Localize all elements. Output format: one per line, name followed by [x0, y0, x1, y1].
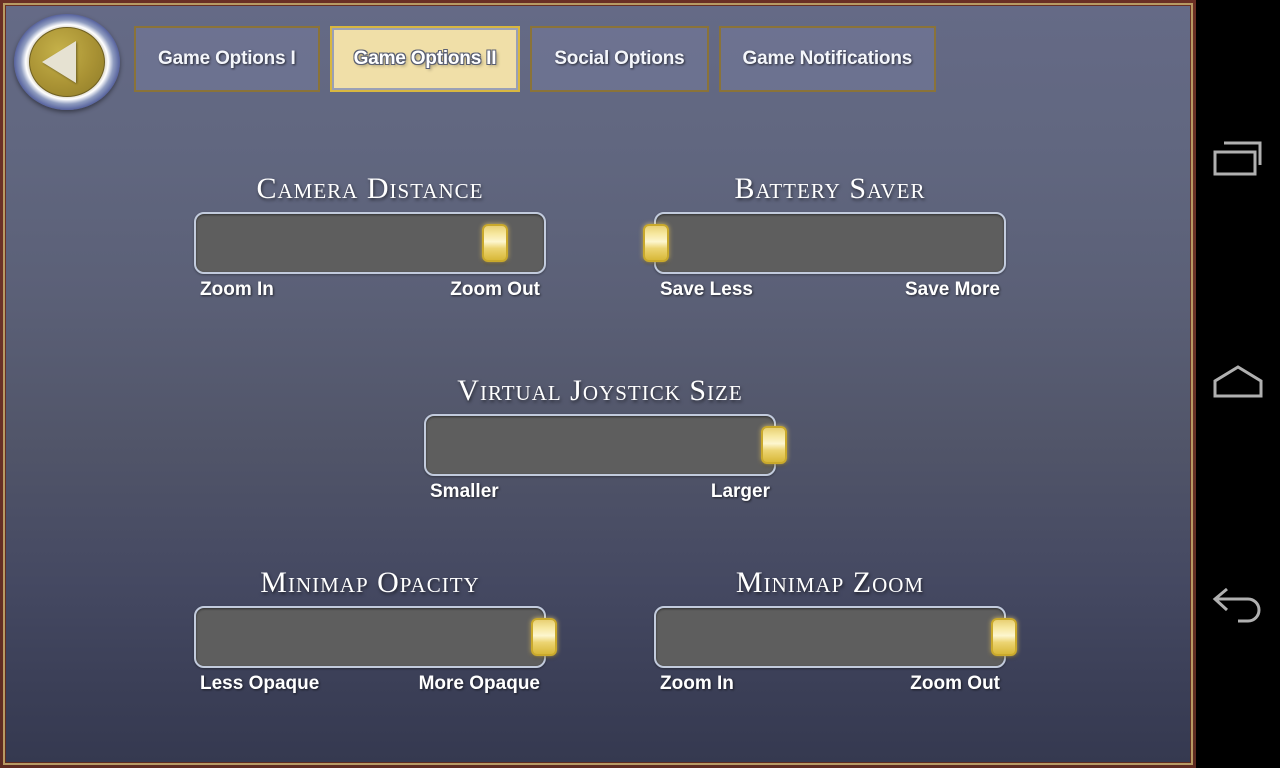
slider-title: Battery Saver: [734, 172, 926, 205]
slider-max-label: Larger: [710, 481, 770, 502]
recents-button[interactable]: [1196, 130, 1280, 190]
slider-labels: Save Less Save More: [654, 279, 1006, 301]
screen-root: Game Options I Game Options II Social Op…: [0, 0, 1280, 768]
slider-camera-distance: Camera Distance Zoom In Zoom Out: [194, 172, 546, 301]
slider-battery-saver: Battery Saver Save Less Save More: [643, 172, 1006, 301]
slider-min-label: Zoom In: [200, 279, 274, 300]
slider-min-label: Less Opaque: [200, 673, 320, 694]
back-medallion-button[interactable]: [14, 14, 120, 110]
slider-title: Minimap Opacity: [260, 566, 480, 599]
slider-track-wrap: [194, 212, 546, 274]
slider-track[interactable]: [194, 606, 557, 668]
left-triangle-icon: [42, 41, 76, 83]
slider-virtual-joystick-size: Virtual Joystick Size Smaller Larger: [424, 374, 787, 503]
slider-labels: Less Opaque More Opaque: [194, 673, 546, 695]
recents-icon: [1213, 141, 1262, 176]
home-icon: [1213, 365, 1263, 398]
slider-title: Minimap Zoom: [735, 566, 925, 599]
tab-game-options-1[interactable]: Game Options I: [134, 26, 320, 92]
slider-min-label: Zoom In: [660, 673, 734, 694]
slider-minimap-opacity: Minimap Opacity Less Opaque More Opaque: [194, 566, 557, 695]
slider-max-label: More Opaque: [418, 673, 540, 694]
back-button-nav[interactable]: [1196, 575, 1280, 635]
slider-labels: Zoom In Zoom Out: [654, 673, 1006, 695]
slider-title: Virtual Joystick Size: [457, 374, 743, 407]
slider-track[interactable]: [643, 212, 1006, 274]
slider-track[interactable]: [194, 212, 546, 274]
slider-title: Camera Distance: [256, 172, 484, 205]
slider-labels: Smaller Larger: [424, 481, 776, 503]
slider-thumb[interactable]: [991, 618, 1017, 656]
game-panel: Game Options I Game Options II Social Op…: [6, 6, 1190, 762]
slider-minimap-zoom: Minimap Zoom Zoom In Zoom Out: [654, 566, 1017, 695]
slider-min-label: Smaller: [430, 481, 499, 502]
game-frame: Game Options I Game Options II Social Op…: [0, 0, 1196, 768]
slider-labels: Zoom In Zoom Out: [194, 279, 546, 301]
slider-track-wrap: [643, 212, 1006, 274]
tab-social-options[interactable]: Social Options: [530, 26, 709, 92]
slider-track[interactable]: [654, 606, 1017, 668]
slider-max-label: Zoom Out: [910, 673, 1000, 694]
slider-thumb[interactable]: [643, 224, 669, 262]
tab-game-options-2[interactable]: Game Options II: [329, 26, 521, 92]
slider-track-wrap: [424, 414, 787, 476]
slider-track-wrap: [654, 606, 1017, 668]
slider-track[interactable]: [424, 414, 787, 476]
slider-thumb[interactable]: [531, 618, 557, 656]
back-arrow-icon: [1212, 587, 1261, 623]
tab-bar: Game Options I Game Options II Social Op…: [134, 26, 937, 92]
slider-track-wrap: [194, 606, 557, 668]
slider-min-label: Save Less: [660, 279, 753, 300]
slider-max-label: Zoom Out: [450, 279, 540, 300]
slider-thumb[interactable]: [482, 224, 509, 262]
tab-game-notifications[interactable]: Game Notifications: [718, 26, 937, 92]
slider-thumb[interactable]: [761, 426, 787, 464]
home-button[interactable]: [1196, 352, 1280, 412]
android-nav-bar: [1196, 0, 1280, 768]
slider-max-label: Save More: [904, 279, 1000, 300]
